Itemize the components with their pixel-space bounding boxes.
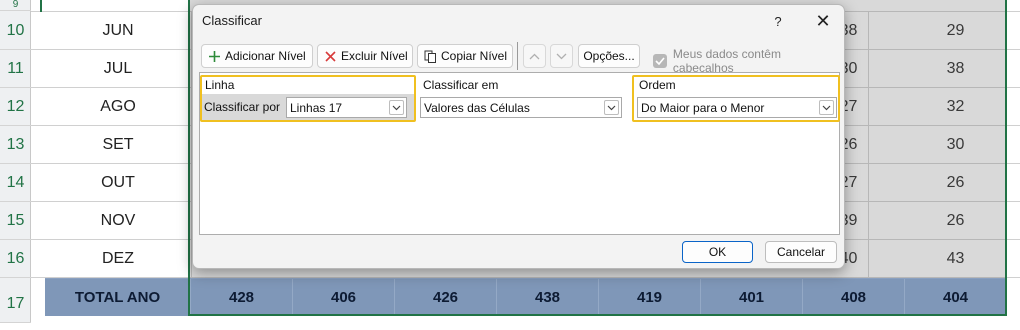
help-button[interactable]: ? [767,10,789,32]
column-header-classificar-em: Classificar em [423,78,499,92]
selection-border [1005,0,1007,316]
month-cell[interactable]: NOV [45,202,192,239]
row-number[interactable]: 17 [0,278,31,323]
move-down-button[interactable] [550,44,573,68]
copy-level-button[interactable]: Copiar Nível [417,44,513,68]
add-level-label: Adicionar Nível [225,49,306,63]
row-number[interactable]: 12 [0,88,31,126]
row-number[interactable]: 9 [0,0,31,11]
highlight-box-row [200,75,416,122]
total-value[interactable]: 408 [803,279,905,316]
toolbar-separator [517,42,518,70]
chevron-up-icon [529,49,540,63]
sort-levels-list: Linha Classificar em Ordem Classificar p… [199,72,840,235]
sort-dialog: Classificar ? ✕ Adicionar Nível Excluir … [192,4,845,269]
row-number[interactable]: 11 [0,50,31,88]
sort-on-dropdown[interactable]: Valores das Células [420,97,622,118]
move-up-button[interactable] [523,44,546,68]
row-number[interactable]: 15 [0,202,31,240]
month-cell[interactable]: JUN [45,12,192,49]
row-number[interactable]: 14 [0,164,31,202]
chevron-down-icon [556,49,567,63]
delete-x-icon [324,50,337,63]
options-button[interactable]: Opções... [578,44,640,68]
month-cell[interactable]: AGO [45,88,192,125]
delete-level-button[interactable]: Excluir Nível [317,44,413,68]
month-cell[interactable]: DEZ [45,240,192,277]
headers-checkbox-label: Meus dados contêm cabeçalhos [672,47,781,75]
row-number[interactable]: 13 [0,126,31,164]
total-value[interactable]: 426 [395,279,497,316]
row-number[interactable]: 10 [0,12,31,50]
total-label[interactable]: TOTAL ANO [45,279,191,316]
options-label: Opções... [583,49,635,63]
close-button[interactable]: ✕ [811,9,835,33]
selection-border [188,314,1007,316]
cancel-button[interactable]: Cancelar [765,241,837,263]
delete-level-label: Excluir Nível [341,49,408,63]
chevron-down-icon [604,100,619,115]
add-level-button[interactable]: Adicionar Nível [201,44,313,68]
total-value[interactable]: 438 [497,279,599,316]
plus-icon [208,50,221,63]
selection-border [40,0,42,12]
month-cell[interactable]: OUT [45,164,192,201]
total-value[interactable]: 419 [599,279,701,316]
ok-button[interactable]: OK [682,241,753,263]
dialog-title: Classificar [202,13,262,28]
month-cell[interactable]: SET [45,126,192,163]
sort-on-dropdown-value: Valores das Células [424,100,530,115]
headers-checkbox[interactable] [653,54,667,68]
total-value[interactable]: 406 [293,279,395,316]
headers-checkbox-group: Meus dados contêm cabeçalhos [653,47,844,75]
total-value[interactable]: 404 [905,279,1006,316]
month-cell[interactable]: JUL [45,50,192,87]
row-number[interactable]: 16 [0,240,31,278]
total-value[interactable]: 401 [701,279,803,316]
highlight-box-order [632,75,840,122]
copy-icon [424,50,437,63]
total-value[interactable]: 428 [191,279,293,316]
copy-level-label: Copiar Nível [441,49,508,63]
